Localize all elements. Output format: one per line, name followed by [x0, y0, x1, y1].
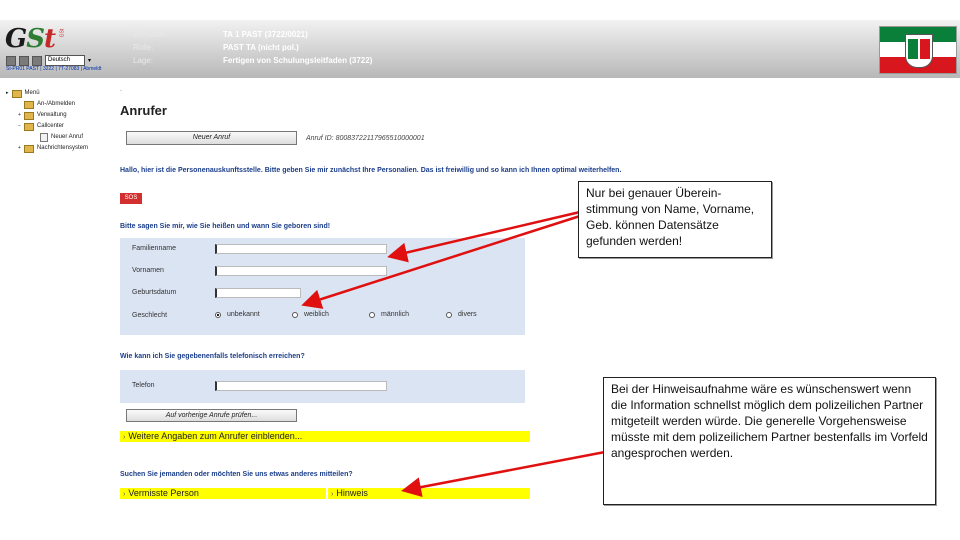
callout-hint-note: Bei der Hinweisaufnahme wäre es wünschen… — [603, 377, 936, 505]
callout-name-match: Nur bei genauer Überein-stimmung von Nam… — [578, 181, 772, 258]
arrow-to-birthdate — [301, 214, 581, 309]
arrow-to-hint — [401, 450, 606, 498]
arrow-to-lastname — [387, 210, 581, 263]
app-window: GSt GSt Deutsch ▾ St-PR01 PAST | 3222 | … — [0, 20, 960, 518]
